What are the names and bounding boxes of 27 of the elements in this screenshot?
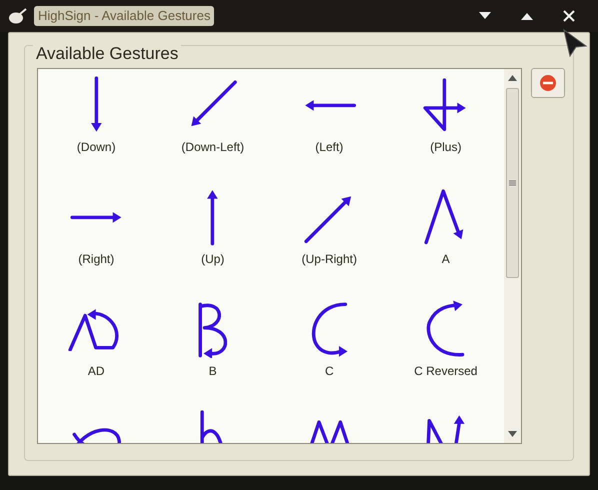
right-arrow-icon	[70, 210, 123, 224]
gesture-label: (Down-Left)	[181, 139, 244, 156]
gesture-label: AD	[88, 363, 105, 380]
gesture-label: (Down)	[76, 139, 116, 156]
gesture-label: (Right)	[78, 251, 114, 268]
close-button[interactable]	[562, 9, 576, 23]
up-arrow-icon	[206, 188, 220, 246]
b-stroke-icon	[196, 300, 230, 358]
left-arrow-icon	[302, 98, 356, 112]
app-icon	[8, 7, 28, 25]
gesture-label: (Left)	[315, 139, 344, 156]
gesture-label: B	[208, 363, 217, 380]
scroll-down-icon[interactable]	[508, 431, 518, 437]
gesture-label: C Reversed	[414, 363, 478, 380]
remove-button[interactable]	[531, 68, 565, 98]
gesture-label: (Up-Right)	[302, 251, 357, 268]
minus-circle-icon	[539, 74, 558, 92]
gesture-label: (Up)	[201, 251, 224, 268]
scrollbar[interactable]	[504, 69, 522, 443]
gesture-label: (Plus)	[430, 139, 462, 156]
scroll-up-icon[interactable]	[508, 75, 518, 81]
down-arrow-icon	[90, 76, 103, 134]
gesture-label: A	[442, 251, 450, 268]
gesture-label: C	[324, 363, 334, 380]
plus-stroke-icon	[423, 78, 468, 132]
window-title: HighSign - Available Gestures	[34, 6, 214, 26]
scrollbar-thumb[interactable]	[506, 88, 520, 278]
